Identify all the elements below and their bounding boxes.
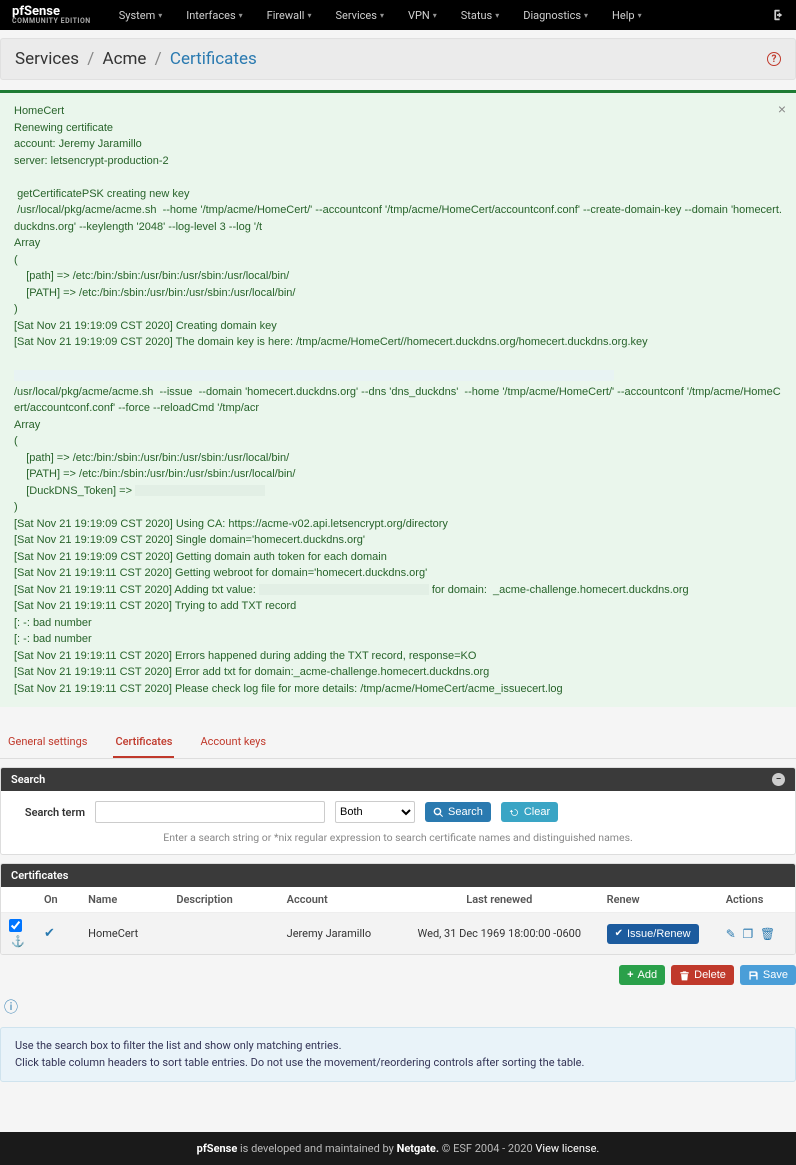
th-account[interactable]: Account [279, 887, 400, 913]
cell-account: Jeremy Jaramillo [279, 913, 400, 955]
nav-diagnostics[interactable]: Diagnostics▾ [513, 0, 598, 30]
actions-bar: +Add Delete Save [0, 965, 796, 985]
footer-license-link[interactable]: View license. [535, 1142, 599, 1155]
log-redacted-cmd: /usr/local/pkg/acme/acme.sh --issue --do… [14, 367, 782, 417]
breadcrumb-sep: / [155, 49, 162, 69]
nav-status[interactable]: Status▾ [451, 0, 509, 30]
table-header-row: On Name Description Account Last renewed… [1, 887, 795, 913]
cell-last-renewed: Wed, 31 Dec 1969 18:00:00 -0600 [400, 913, 599, 955]
redacted-txt [259, 584, 429, 595]
search-term-label: Search term [15, 806, 85, 819]
breadcrumb-sep: / [87, 49, 94, 69]
certificates-panel-title: Certificates [11, 869, 68, 882]
certificates-panel: Certificates On Name Description Account… [0, 863, 796, 955]
footer-text: is developed and maintained by [237, 1142, 396, 1155]
th-on[interactable]: On [36, 887, 80, 913]
breadcrumb-acme[interactable]: Acme [103, 49, 147, 69]
nav-help[interactable]: Help▾ [602, 0, 652, 30]
info-icon[interactable]: ⓘ [4, 997, 18, 1017]
th-renew[interactable]: Renew [599, 887, 718, 913]
search-panel-title: Search [11, 773, 45, 786]
on-check-icon: ✔ [44, 926, 55, 941]
close-icon[interactable]: × [778, 99, 786, 120]
nav-services[interactable]: Services▾ [325, 0, 393, 30]
anchor-icon[interactable]: ⚓ [11, 935, 25, 948]
nav-interfaces[interactable]: Interfaces▾ [176, 0, 252, 30]
cell-name: HomeCert [80, 913, 168, 955]
tab-account-keys[interactable]: Account keys [198, 729, 268, 758]
nav-firewall[interactable]: Firewall▾ [257, 0, 322, 30]
nav-items: System▾ Interfaces▾ Firewall▾ Services▾ … [109, 0, 770, 30]
alert-log-panel: × HomeCert Renewing certificate account:… [0, 90, 796, 707]
collapse-icon[interactable]: − [772, 773, 785, 786]
tab-certificates[interactable]: Certificates [113, 729, 174, 758]
footer-brand: pfSense [197, 1142, 238, 1155]
tab-general-settings[interactable]: General settings [6, 729, 89, 758]
info-line-1: Use the search box to filter the list an… [15, 1038, 781, 1055]
info-line-2: Click table column headers to sort table… [15, 1055, 781, 1072]
footer-copyright: © ESF 2004 - 2020 [439, 1142, 535, 1155]
th-last[interactable]: Last renewed [400, 887, 599, 913]
search-select[interactable]: Both [335, 801, 415, 823]
issue-renew-button[interactable]: ✔Issue/Renew [607, 924, 699, 944]
search-hint: Enter a search string or *nix regular ex… [15, 831, 781, 844]
log-block-1: HomeCert Renewing certificate account: J… [14, 103, 782, 367]
add-button[interactable]: +Add [619, 965, 665, 985]
log-block-2: Array ( [path] => /etc:/bin:/sbin:/usr/b… [14, 417, 782, 698]
brand-edition: COMMUNITY EDITION [12, 18, 91, 25]
save-button[interactable]: Save [740, 965, 796, 985]
breadcrumb-services[interactable]: Services [15, 49, 79, 69]
logout-icon[interactable] [770, 7, 784, 23]
clear-button[interactable]: Clear [501, 802, 558, 822]
footer: pfSense is developed and maintained by N… [0, 1132, 796, 1165]
delete-button[interactable]: Delete [671, 965, 734, 985]
cell-desc [168, 913, 278, 955]
help-icon[interactable]: ? [767, 52, 781, 66]
search-button[interactable]: Search [425, 802, 491, 822]
nav-system[interactable]: System▾ [109, 0, 173, 30]
search-input[interactable] [95, 801, 325, 823]
breadcrumb-certificates[interactable]: Certificates [170, 49, 257, 69]
breadcrumb: Services / Acme / Certificates ? [0, 38, 796, 80]
footer-netgate[interactable]: Netgate. [397, 1142, 439, 1155]
row-checkbox[interactable] [9, 919, 22, 932]
top-navbar: pfSense COMMUNITY EDITION System▾ Interf… [0, 0, 796, 30]
copy-icon[interactable]: ❐ [743, 927, 754, 941]
search-panel: Search − Search term Both Search Clear E… [0, 767, 796, 855]
th-desc[interactable]: Description [168, 887, 278, 913]
brand-logo: pfSense COMMUNITY EDITION [12, 5, 91, 25]
th-name[interactable]: Name [80, 887, 168, 913]
tab-bar: General settings Certificates Account ke… [0, 729, 796, 759]
info-box: Use the search box to filter the list an… [0, 1027, 796, 1082]
nav-vpn[interactable]: VPN▾ [398, 0, 447, 30]
delete-icon[interactable]: 🗑 [760, 927, 775, 941]
redacted-bar [14, 370, 614, 381]
redacted-token [135, 485, 265, 496]
table-row: ⚓ ✔ HomeCert Jeremy Jaramillo Wed, 31 De… [1, 913, 795, 955]
edit-icon[interactable]: ✎ [726, 927, 736, 941]
th-actions[interactable]: Actions [718, 887, 795, 913]
